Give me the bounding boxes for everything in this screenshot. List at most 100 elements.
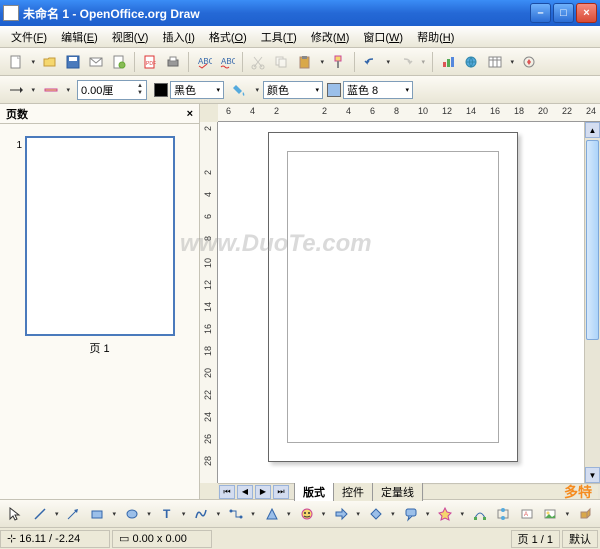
stars-tool[interactable] xyxy=(433,503,467,525)
last-tab-button[interactable]: ⏭ xyxy=(273,485,289,499)
edit-points-tool[interactable] xyxy=(469,503,491,525)
text-tool[interactable]: T xyxy=(155,503,189,525)
menu-format[interactable]: 格式(O) xyxy=(202,27,254,47)
horizontal-ruler[interactable]: 64224681012141618202224 xyxy=(218,104,600,122)
format-paintbrush-button[interactable] xyxy=(328,51,350,73)
status-bar: ⊹ 16.11 / -2.24 ▭ 0.00 x 0.00 页 1 / 1 默认 xyxy=(0,527,600,549)
maximize-button[interactable]: □ xyxy=(553,3,574,23)
menu-bar: 文件(F) 编辑(E) 视图(V) 插入(I) 格式(O) 工具(T) 修改(M… xyxy=(0,26,600,48)
page-number: 1 xyxy=(17,140,23,151)
cut-button[interactable] xyxy=(247,51,269,73)
fill-type-dropdown[interactable]: 颜色▾ xyxy=(263,81,323,99)
block-arrows-tool[interactable] xyxy=(329,503,363,525)
next-tab-button[interactable]: ▶ xyxy=(255,485,271,499)
menu-tools[interactable]: 工具(T) xyxy=(254,27,304,47)
tab-layout[interactable]: 版式 xyxy=(294,482,334,501)
menu-window[interactable]: 窗口(W) xyxy=(356,27,410,47)
line-width-value: 0.00厘 xyxy=(81,82,113,98)
menu-file[interactable]: 文件(F) xyxy=(4,27,54,47)
print-button[interactable] xyxy=(162,51,184,73)
width-spinner[interactable]: ▲▼ xyxy=(137,83,143,97)
page-thumbnail[interactable]: 1 xyxy=(25,136,175,336)
chart-button[interactable] xyxy=(437,51,459,73)
svg-text:PDF: PDF xyxy=(146,61,156,67)
status-position: ⊹ 16.11 / -2.24 xyxy=(0,530,110,548)
watermark-logo: 多特 xyxy=(564,482,592,502)
page-margin xyxy=(287,151,499,443)
close-button[interactable]: × xyxy=(576,3,597,23)
pages-panel-body: 1 页 1 xyxy=(0,124,199,499)
tab-dimlines[interactable]: 定量线 xyxy=(372,482,423,501)
menu-insert[interactable]: 插入(I) xyxy=(155,27,201,47)
window-buttons: – □ × xyxy=(530,3,597,23)
pages-panel: 页数 × 1 页 1 xyxy=(0,104,200,499)
arrow-line-tool[interactable] xyxy=(63,503,85,525)
app-icon xyxy=(3,5,19,21)
curve-tool[interactable] xyxy=(189,503,223,525)
drawing-canvas[interactable] xyxy=(218,122,584,483)
menu-help[interactable]: 帮助(H) xyxy=(410,27,461,47)
vertical-scroll-thumb[interactable] xyxy=(586,140,599,340)
main-area: 页数 × 1 页 1 64224681012141618202224 22468… xyxy=(0,104,600,499)
fill-color-dropdown[interactable]: 蓝色 8▾ xyxy=(343,81,413,99)
undo-button[interactable] xyxy=(359,51,393,73)
email-button[interactable] xyxy=(85,51,107,73)
connector-tool[interactable] xyxy=(224,503,258,525)
line-width-input[interactable]: 0.00厘 ▲▼ xyxy=(77,80,147,100)
basic-shapes-tool[interactable] xyxy=(260,503,294,525)
status-level: 默认 xyxy=(562,530,598,548)
extrusion-tool[interactable] xyxy=(574,503,596,525)
arrow-style-button[interactable] xyxy=(4,79,38,101)
svg-text:ABC: ABC xyxy=(198,57,212,66)
vertical-ruler[interactable]: 2246810121416182022242628 xyxy=(200,122,218,483)
spellcheck-button[interactable]: ABC xyxy=(193,51,215,73)
gluepoints-tool[interactable] xyxy=(492,503,514,525)
minimize-button[interactable]: – xyxy=(530,3,551,23)
symbol-shapes-tool[interactable] xyxy=(295,503,329,525)
first-tab-button[interactable]: ⏮ xyxy=(219,485,235,499)
select-tool[interactable] xyxy=(4,503,26,525)
menu-modify[interactable]: 修改(M) xyxy=(304,27,357,47)
new-button[interactable] xyxy=(4,51,38,73)
fontwork-tool[interactable]: A xyxy=(516,503,538,525)
insert-table-button[interactable] xyxy=(483,51,517,73)
open-button[interactable] xyxy=(39,51,61,73)
callout-tool[interactable] xyxy=(399,503,433,525)
panel-close-button[interactable]: × xyxy=(187,108,193,120)
navigator-button[interactable] xyxy=(518,51,540,73)
line-style-button[interactable] xyxy=(39,79,73,101)
from-file-tool[interactable] xyxy=(538,503,572,525)
document-properties-button[interactable] xyxy=(108,51,130,73)
fill-color-swatch xyxy=(327,83,341,97)
line-tool[interactable] xyxy=(28,503,62,525)
line-color-swatch xyxy=(154,83,168,97)
scroll-down-button[interactable]: ▼ xyxy=(585,467,600,483)
line-color-dropdown[interactable]: 黑色▾ xyxy=(170,81,224,99)
tab-controls[interactable]: 控件 xyxy=(333,482,373,501)
svg-text:ABC: ABC xyxy=(221,57,235,66)
status-size: ▭ 0.00 x 0.00 xyxy=(112,530,212,548)
menu-edit[interactable]: 编辑(E) xyxy=(54,27,105,47)
title-bar: 未命名 1 - OpenOffice.org Draw – □ × xyxy=(0,0,600,26)
line-color-control[interactable]: 黑色▾ xyxy=(151,79,227,101)
scroll-up-button[interactable]: ▲ xyxy=(585,122,600,138)
page-thumbnail-label: 页 1 xyxy=(89,336,109,360)
copy-button[interactable] xyxy=(270,51,292,73)
prev-tab-button[interactable]: ◀ xyxy=(237,485,253,499)
auto-spellcheck-button[interactable]: ABC xyxy=(216,51,238,73)
rectangle-tool[interactable] xyxy=(85,503,119,525)
export-pdf-button[interactable]: PDF xyxy=(139,51,161,73)
menu-view[interactable]: 视图(V) xyxy=(105,27,156,47)
paste-button[interactable] xyxy=(293,51,327,73)
hyperlink-button[interactable] xyxy=(460,51,482,73)
page-outline xyxy=(268,132,518,462)
fill-color-control[interactable]: 蓝色 8▾ xyxy=(324,79,416,101)
fill-type-button[interactable] xyxy=(228,79,262,101)
ellipse-tool[interactable] xyxy=(120,503,154,525)
redo-button[interactable] xyxy=(394,51,428,73)
vertical-scrollbar[interactable]: ▲ ▼ xyxy=(584,122,600,483)
save-button[interactable] xyxy=(62,51,84,73)
toolbar-line-fill: 0.00厘 ▲▼ 黑色▾ 颜色▾ 蓝色 8▾ xyxy=(0,76,600,104)
crosshair-icon: ⊹ xyxy=(7,532,16,545)
flowchart-tool[interactable] xyxy=(364,503,398,525)
